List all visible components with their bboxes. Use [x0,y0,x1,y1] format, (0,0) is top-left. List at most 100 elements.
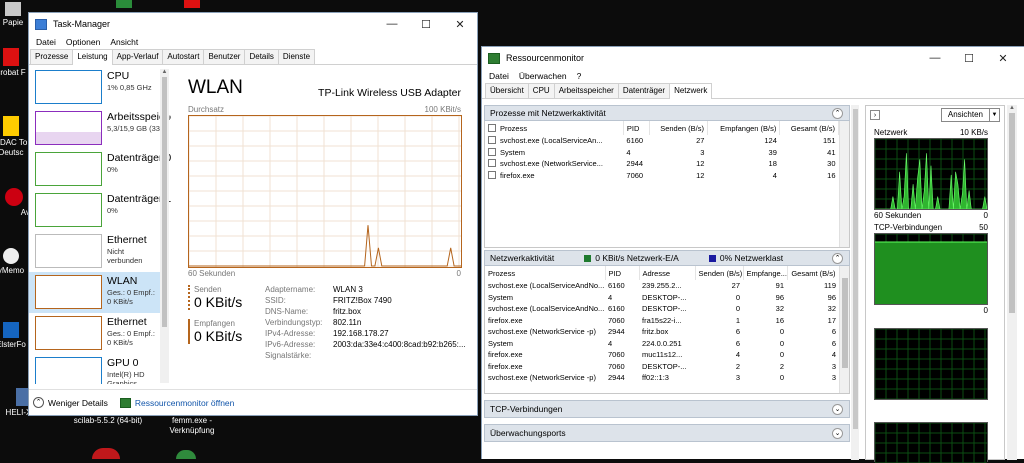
desktop-icon-av[interactable]: Av [0,188,30,218]
column-header[interactable]: Gesamt (B/s) [779,121,839,135]
table-row[interactable]: System 4 DESKTOP-... 0 96 96 [485,292,839,304]
minimize-button[interactable]: — [375,13,409,35]
left-pane-scrollbar[interactable] [851,105,859,460]
scroll-thumb[interactable] [162,77,167,327]
tcp-section-header[interactable]: TCP-Verbindungen ⌄ [484,400,850,418]
tab-cpu[interactable]: CPU [527,83,555,98]
resource-item[interactable]: WLAN Ges.: 0 Empf.: 0 KBit/s [29,272,160,313]
column-header[interactable]: Prozess [485,266,606,280]
tab-details[interactable]: Details [244,49,279,64]
table-row[interactable]: firefox.exe 7060 muc11s12... 4 0 4 [485,349,839,361]
network-activity-header[interactable]: Netzwerkaktivität 0 KBit/s Netzwerk-E/A … [484,250,850,266]
table-row[interactable]: System 4 224.0.0.251 6 0 6 [485,338,839,350]
desktop-icon-bottom2[interactable] [176,450,196,459]
less-details-link[interactable]: Weniger Details [48,398,108,408]
table-row[interactable]: firefox.exe 7060 12 4 16 [485,170,839,182]
open-resmon-link[interactable]: Ressourcenmonitor öffnen [135,398,235,408]
scroll-up-arrow[interactable]: ▲ [1007,105,1017,111]
desktop-icon-scilab[interactable]: scilab-5.5.2 (64-bit) [70,416,146,426]
collapse-icon[interactable]: ⌃ [832,253,843,264]
processes-scrollbar[interactable] [839,121,849,247]
table-row[interactable]: System 4 3 39 41 [485,147,839,159]
resmon-maximize-button[interactable]: ☐ [952,47,986,69]
expand-icon[interactable]: ⌄ [832,428,843,439]
column-header[interactable]: Empfangen (B/s) [707,121,781,135]
column-header[interactable]: Empfange... [743,266,788,280]
table-row[interactable]: firefox.exe 7060 fra15s22-i... 1 16 17 [485,315,839,327]
column-header[interactable]: Adresse [639,266,696,280]
resource-list-scrollbar[interactable]: ▲ [160,69,169,383]
resource-item[interactable]: Ethernet Ges.: 0 Empf.: 0 KBit/s [29,313,160,354]
resource-item[interactable]: Ethernet Nicht verbunden [29,231,160,272]
resource-item[interactable]: GPU 0 Intel(R) HD Graphics [29,354,160,384]
row-checkbox[interactable] [488,147,496,156]
select-all-checkbox[interactable] [488,123,496,132]
desktop-icon-mymemo[interactable]: yMemo [0,248,30,276]
less-details-icon[interactable]: ⌃ [33,397,44,408]
menu-datei[interactable]: Datei [31,37,61,47]
table-row[interactable]: svchost.exe (NetworkService -p) 2944 ff02:… [485,372,839,384]
left-pane-scroll-thumb[interactable] [852,109,858,429]
expand-pane-icon[interactable]: › [870,110,880,120]
desktop-icon-adac[interactable]: ADAC To Deutsc [0,116,30,158]
tab-app-verlauf[interactable]: App-Verlauf [111,49,164,64]
column-header[interactable]: PID [623,121,650,135]
column-header[interactable]: PID [605,266,640,280]
tab-benutzer[interactable]: Benutzer [203,49,246,64]
collapse-icon[interactable]: ⌃ [832,108,843,119]
row-checkbox[interactable] [488,159,496,168]
column-header[interactable]: Prozess [485,121,624,135]
table-row[interactable]: firefox.exe 7060 DESKTOP-... 2 2 3 [485,361,839,373]
table-row[interactable]: svchost.exe (NetworkService -p) 2944 fritz… [485,326,839,338]
desktop-icon-top2[interactable] [184,0,200,8]
ports-section-header[interactable]: Überwachungsports ⌄ [484,424,850,442]
expand-icon[interactable]: ⌄ [832,404,843,415]
maximize-button[interactable]: ☐ [409,13,443,35]
row-checkbox[interactable] [488,170,496,179]
column-header[interactable]: Gesamt (B/s) [787,266,840,280]
scroll-up-arrow[interactable]: ▲ [160,69,169,75]
network-scrollbar[interactable] [839,266,849,393]
tab-prozesse[interactable]: Prozesse [30,49,74,64]
tab-dienste[interactable]: Dienste [277,49,316,64]
resmon-minimize-button[interactable]: — [918,47,952,69]
table-row[interactable]: svchost.exe (LocalServiceAndNo... 6160 DES… [485,303,839,315]
table-row[interactable]: svchost.exe (NetworkService... 2944 12 18 30 [485,158,839,170]
resmon-menu-datei[interactable]: Datei [484,71,514,81]
tab-datentraeger[interactable]: Datenträger [617,83,671,98]
close-button[interactable]: ✕ [443,13,477,35]
resmon-close-button[interactable]: ✕ [986,47,1020,69]
resmon-menu-help[interactable]: ? [572,71,587,81]
column-header[interactable]: Senden (B/s) [649,121,708,135]
tab-leistung[interactable]: Leistung [72,49,113,65]
row-checkbox[interactable] [488,136,496,145]
menu-ansicht[interactable]: Ansicht [105,37,143,47]
resmon-titlebar[interactable]: Ressourcenmonitor — ☐ ✕ [482,47,1024,69]
desktop-icon-elster[interactable]: ElsterFo [0,322,30,350]
tab-uebersicht[interactable]: Übersicht [485,83,529,98]
menu-optionen[interactable]: Optionen [61,37,106,47]
column-header[interactable]: Senden (B/s) [695,266,744,280]
desktop-icon-papierkorb[interactable]: Papie [0,2,30,28]
table-cell: 151 [780,135,839,147]
resource-item[interactable]: Arbeitsspeicher5,3/15,9 GB (33%) [29,108,171,149]
desktop-icon-bottom1[interactable] [92,448,120,459]
processes-section-header[interactable]: Prozesse mit Netzwerkaktivität ⌃ [484,105,850,121]
graphs-pane-scrollbar[interactable]: ▲ [1007,105,1017,460]
views-button[interactable]: Ansichten ▼ [940,108,1000,122]
network-scroll-thumb[interactable] [841,278,848,368]
table-row[interactable]: svchost.exe (LocalServiceAn... 6160 27 124 1… [485,135,839,147]
tab-autostart[interactable]: Autostart [162,49,205,64]
graphs-scroll-thumb[interactable] [1009,113,1015,313]
table-row[interactable]: svchost.exe (LocalServiceAndNo... 6160 239… [485,280,839,292]
tab-arbeitsspeicher[interactable]: Arbeitsspeicher [553,83,619,98]
desktop-icon-acrobat[interactable]: crobat F [0,48,30,78]
desktop-icon-femm[interactable]: femm.exe - Verknüpfung [160,416,224,436]
tab-netzwerk[interactable]: Netzwerk [669,83,713,99]
task-manager-titlebar[interactable]: Task-Manager — ☐ ✕ [29,13,477,35]
resource-item[interactable]: Datenträger 1 (E0% [29,190,171,231]
resource-item[interactable]: CPU 1% 0,85 GHz [29,67,160,108]
desktop-icon-top1[interactable] [116,0,132,8]
resource-item[interactable]: Datenträger 0 (C0% [29,149,171,190]
resmon-menu-ueberwachen[interactable]: Überwachen [514,71,572,81]
